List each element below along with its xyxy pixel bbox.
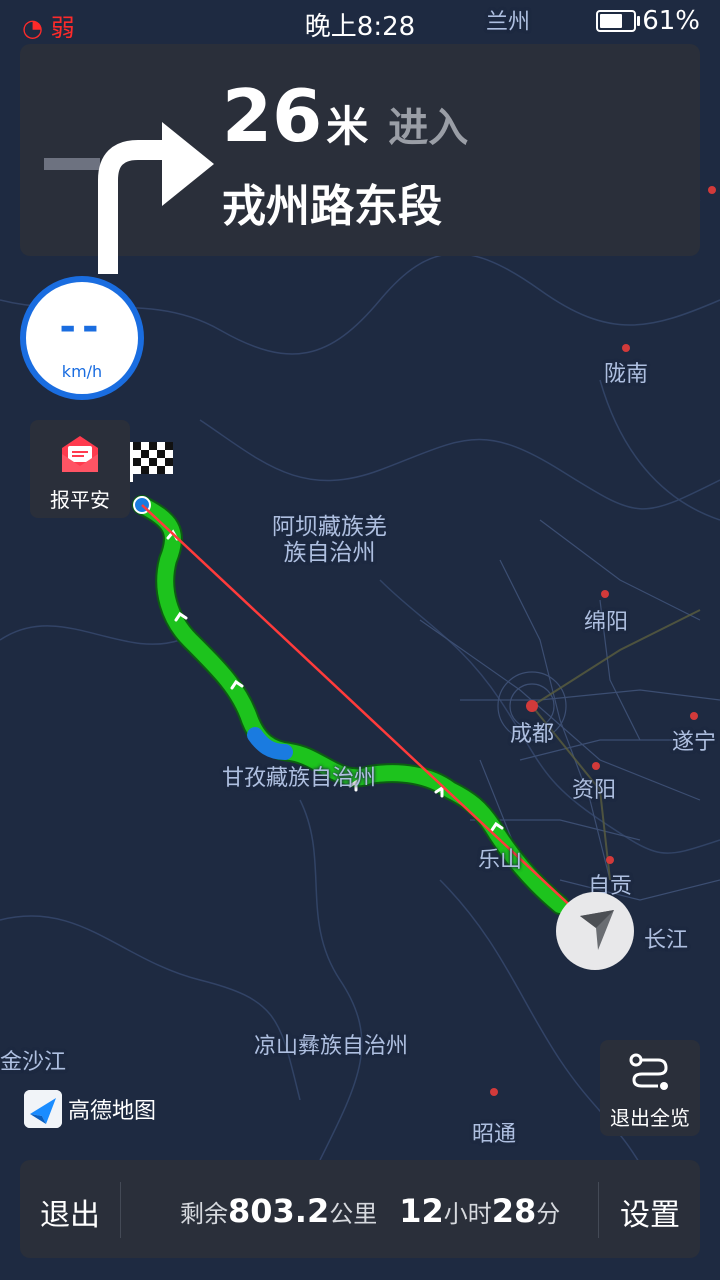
remaining-unit: 公里 bbox=[329, 1200, 378, 1228]
amap-logo-icon bbox=[24, 1090, 62, 1128]
current-location-marker[interactable] bbox=[556, 892, 634, 970]
battery-percent: 61% bbox=[642, 6, 700, 36]
exit-overview-button[interactable]: 退出全览 bbox=[600, 1040, 700, 1136]
map-label-ziyang: 资阳 bbox=[572, 778, 617, 803]
map-label-changjiang: 长江 bbox=[644, 928, 689, 953]
exit-button[interactable]: 退出 bbox=[40, 1190, 100, 1234]
destination-flag-icon bbox=[130, 442, 173, 482]
speed-indicator: -- km/h bbox=[20, 276, 144, 400]
map-label-chengdu: 成都 bbox=[510, 722, 555, 747]
distance-value: 26 bbox=[222, 74, 323, 158]
divider bbox=[598, 1182, 599, 1238]
map-label-suining: 遂宁 bbox=[672, 730, 717, 755]
divider bbox=[120, 1182, 121, 1238]
amap-logo-text: 高德地图 bbox=[68, 1099, 157, 1124]
envelope-icon bbox=[62, 436, 98, 472]
action-label: 进入 bbox=[388, 105, 469, 151]
hours-unit: 小时 bbox=[443, 1200, 492, 1228]
report-safety-label: 报平安 bbox=[50, 488, 110, 512]
remaining-prefix: 剩余 bbox=[180, 1200, 228, 1228]
remaining-distance: 803.2 bbox=[228, 1192, 330, 1230]
trip-summary: 剩余 803.2 公里 12 小时 28 分 bbox=[180, 1192, 560, 1230]
status-bar: ◔ 弱 晚上8:28 61% bbox=[0, 0, 720, 44]
map-label-jinshajiang: 金沙江 bbox=[0, 1050, 67, 1075]
remaining-hours: 12 bbox=[399, 1192, 444, 1230]
speed-value: -- bbox=[59, 304, 105, 350]
map-label-liangshan: 凉山彝族自治州 bbox=[254, 1034, 409, 1059]
navigation-arrow-icon bbox=[580, 910, 614, 950]
remaining-minutes: 28 bbox=[491, 1192, 537, 1230]
battery-indicator: 61% bbox=[596, 6, 700, 36]
map-label-aba: 阿坝藏族羌 族自治州 bbox=[272, 514, 387, 566]
report-safety-button[interactable]: 报平安 bbox=[30, 420, 130, 518]
map-label-longnan: 陇南 bbox=[604, 362, 649, 387]
exit-overview-label: 退出全览 bbox=[610, 1106, 690, 1130]
map-label-ganzi: 甘孜藏族自治州 bbox=[222, 766, 377, 791]
route-overview-icon bbox=[629, 1053, 668, 1090]
map-label-lanzhou: 兰州 bbox=[486, 10, 531, 35]
settings-button[interactable]: 设置 bbox=[620, 1190, 680, 1234]
distance-display: 26 米 进入 bbox=[222, 74, 468, 158]
amap-logo: 高德地图 bbox=[24, 1090, 156, 1128]
distance-unit: 米 bbox=[326, 102, 369, 151]
turn-guidance-card: 26 米 进入 戎州路东段 bbox=[20, 44, 700, 274]
map-label-mianyang: 绵阳 bbox=[584, 610, 629, 635]
minutes-unit: 分 bbox=[536, 1200, 561, 1228]
turn-right-icon bbox=[44, 122, 214, 274]
speed-unit: km/h bbox=[61, 362, 103, 381]
battery-icon bbox=[596, 10, 641, 32]
map-label-leshan: 乐山 bbox=[478, 848, 523, 873]
map-label-zhaotong: 昭通 bbox=[472, 1122, 517, 1147]
road-name: 戎州路东段 bbox=[222, 181, 442, 232]
bottom-navigation-bar: 退出 剩余 803.2 公里 12 小时 28 分 设置 bbox=[20, 1160, 700, 1258]
